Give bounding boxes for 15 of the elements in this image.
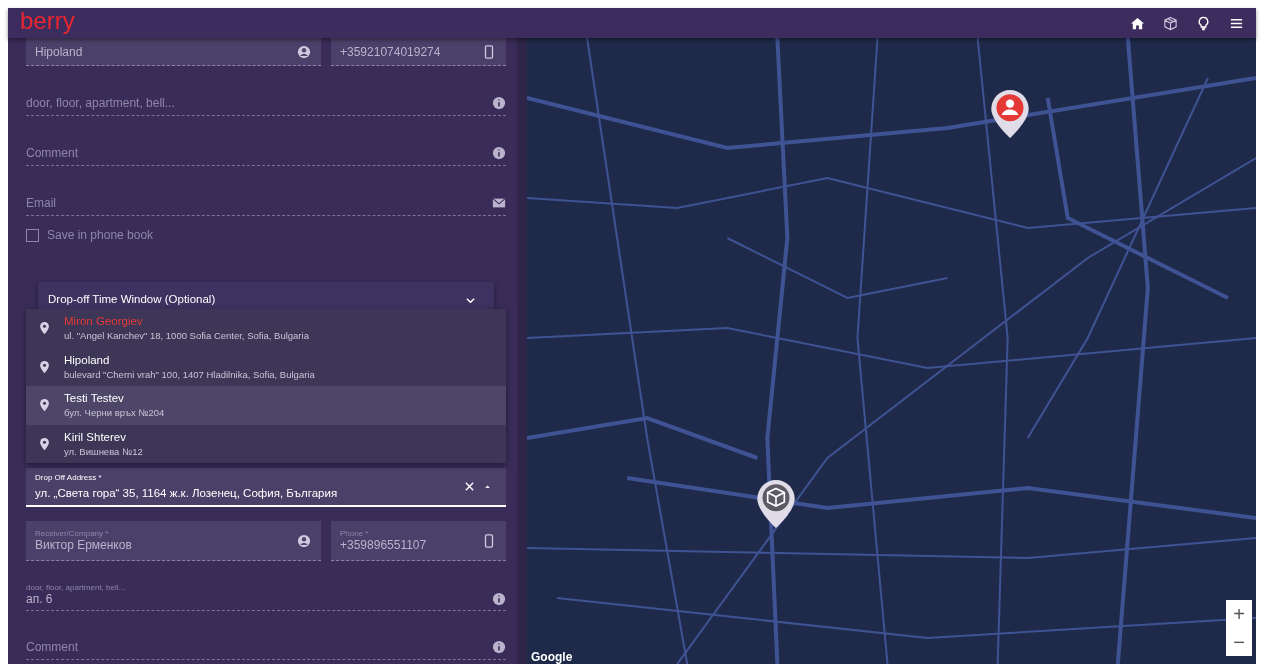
field-label: door, floor, apartment, bell... xyxy=(26,583,127,592)
contact-address: бул. Черни връх №204 xyxy=(64,407,165,419)
contact-name: Hipoland xyxy=(64,353,111,366)
contact-address: bulevard "Cherni vrah" 100, 1407 Hladilnika, Sofia, Bulgaria xyxy=(64,368,315,380)
field-label: Phone * xyxy=(340,529,370,538)
contact-address: ул. Вишнева №12 xyxy=(64,445,143,457)
map-attribution: Google xyxy=(531,650,573,664)
contact-address: ul. "Angel Kanchev" 18, 1000 Sofia Center, Sofia, Bulgaria xyxy=(64,330,309,342)
checkbox-label: Save in phone book xyxy=(47,228,154,242)
contact-name: Kiril Shterev xyxy=(64,430,127,443)
contact-name: Miron Georgiev xyxy=(64,315,144,328)
contact-name: Testi Testev xyxy=(64,392,125,405)
field-label: Receiver/Company * xyxy=(35,529,110,538)
field-label: Drop Off Address * xyxy=(35,473,102,482)
panel-title: Drop-off Time Window (Optional) xyxy=(48,293,216,305)
